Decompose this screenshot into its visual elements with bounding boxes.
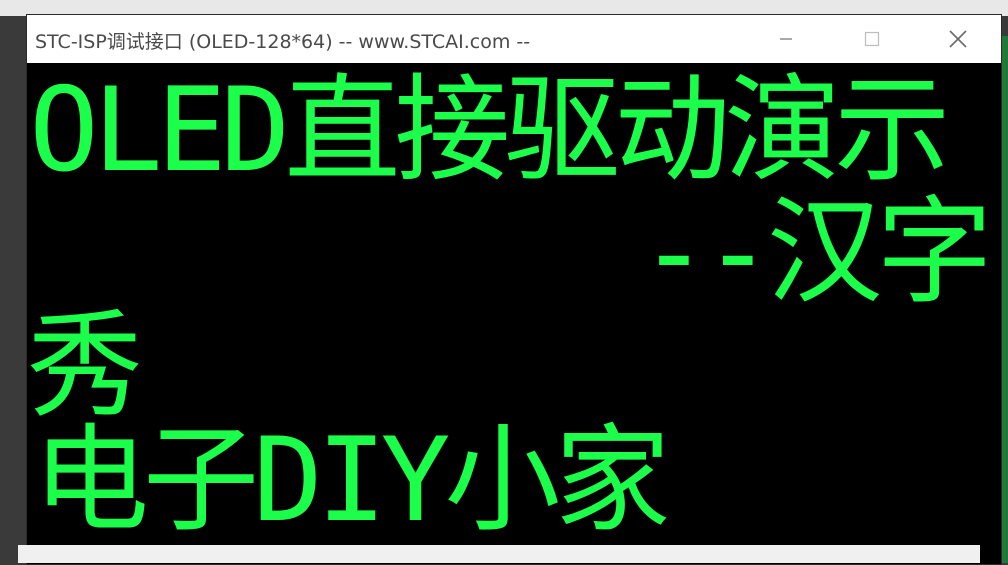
maximize-button[interactable] <box>849 15 895 63</box>
oled-line-4: 电子DIY小家 <box>33 413 671 548</box>
oled-debug-window: STC-ISP调试接口 (OLED-128*64) -- www.STCAI.c… <box>26 14 1002 565</box>
bottom-bar <box>18 545 980 563</box>
title-bar[interactable]: STC-ISP调试接口 (OLED-128*64) -- www.STCAI.c… <box>27 15 1001 63</box>
window-title: STC-ISP调试接口 (OLED-128*64) -- www.STCAI.c… <box>35 31 531 53</box>
oled-line-2: --汉字 <box>639 185 993 320</box>
oled-line-3: 秀 <box>27 299 143 434</box>
minimize-icon <box>779 32 793 46</box>
oled-screen: OLED直接驱动演示 --汉字 秀 电子DIY小家 <box>27 63 1001 548</box>
maximize-icon <box>864 31 880 47</box>
close-button[interactable] <box>935 15 981 63</box>
oled-line-1: OLED直接驱动演示 <box>29 63 950 198</box>
minimize-button[interactable] <box>763 15 809 63</box>
close-icon <box>948 29 968 49</box>
